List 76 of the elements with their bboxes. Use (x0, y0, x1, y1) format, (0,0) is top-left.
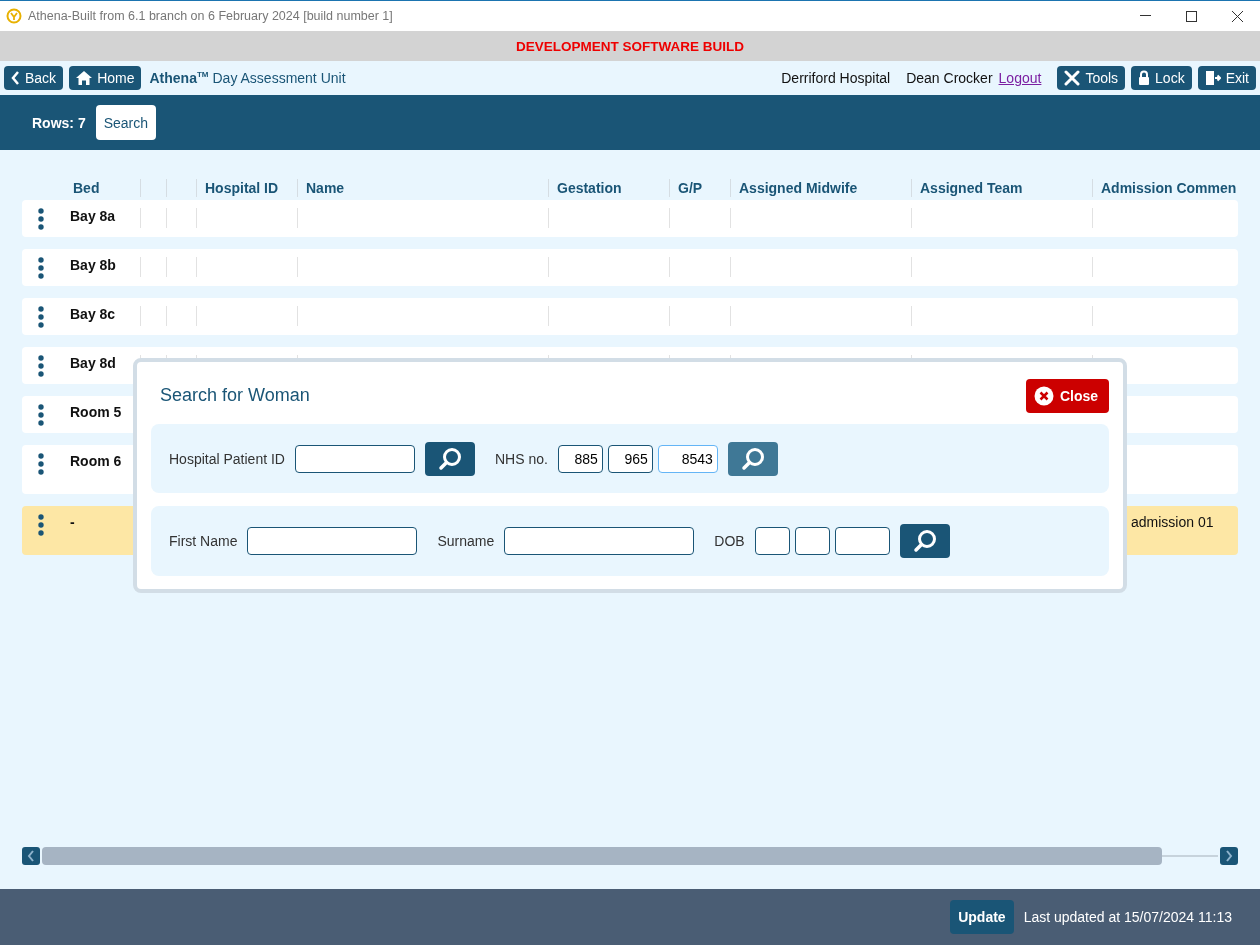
bed-name: Bay 8b (70, 257, 116, 273)
lock-button[interactable]: Lock (1131, 66, 1192, 90)
column-header: Gestation (548, 179, 669, 197)
column-header: Assigned Team (911, 179, 1092, 197)
admission-comment: admission 01 (1131, 514, 1214, 530)
first-name-field[interactable] (247, 527, 418, 556)
chevron-left-icon (11, 71, 20, 85)
chevron-left-icon (27, 850, 35, 862)
bed-name: Bay 8d (70, 355, 116, 371)
table-row[interactable]: Bay 8a (22, 200, 1238, 237)
more-options-icon[interactable] (38, 257, 44, 279)
hospital-name: Derriford Hospital (781, 70, 891, 86)
minimize-icon (1139, 15, 1151, 17)
bed-name: Room 6 (70, 453, 122, 469)
table-row[interactable]: Bay 8b (22, 249, 1238, 286)
surname-field[interactable] (504, 527, 695, 556)
home-icon (76, 71, 93, 85)
maximize-icon (1185, 10, 1197, 22)
dialog-title: Search for Woman (160, 385, 310, 407)
more-options-icon[interactable] (38, 306, 44, 328)
user-name: Dean Crocker (906, 70, 993, 86)
column-header: Admission Commen (1092, 179, 1238, 197)
field-label: DOB (714, 533, 745, 550)
column-header: Assigned Midwife (730, 179, 911, 197)
search-button[interactable]: Search (95, 105, 157, 140)
close-button[interactable]: Close (1025, 378, 1109, 413)
app-logo-icon (6, 8, 22, 24)
field-label: First Name (169, 533, 238, 550)
chevron-right-icon (1225, 850, 1233, 862)
nhs-number-field[interactable]: 8543 (657, 444, 718, 473)
search-icon (436, 445, 463, 472)
tools-button[interactable]: Tools (1057, 66, 1126, 90)
window-title: Athena-Built from 6.1 branch on 6 February 2024 [build number 1] (28, 9, 394, 23)
home-button[interactable]: Home (69, 66, 142, 90)
development-build-label: DEVELOPMENT SOFTWARE BUILD (516, 38, 744, 54)
back-button[interactable]: Back (4, 66, 64, 90)
bed-name: Bay 8a (70, 208, 116, 224)
logout-link[interactable]: Logout (998, 70, 1042, 86)
field-label: Surname (437, 533, 495, 550)
search-button[interactable] (727, 441, 778, 476)
scroll-right-button[interactable] (1220, 847, 1238, 865)
more-options-icon[interactable] (38, 355, 44, 377)
field-label: Hospital Patient ID (169, 450, 285, 467)
dob-month-field[interactable] (794, 527, 830, 556)
exit-icon (1204, 70, 1221, 86)
table-row[interactable]: Bay 8c (22, 298, 1238, 335)
column-header: Name (297, 179, 548, 197)
bed-name: - (70, 514, 75, 530)
more-options-icon[interactable] (38, 404, 44, 426)
bed-name: Bay 8c (70, 306, 116, 322)
search-button[interactable] (899, 524, 950, 559)
row-count: Rows: 7 (32, 114, 86, 131)
bed-name: Room 5 (70, 404, 122, 420)
column-header: Bed (72, 179, 101, 197)
close-icon (1033, 385, 1054, 406)
column-header: Hospital ID (196, 179, 297, 197)
update-button[interactable]: Update (950, 900, 1014, 934)
more-options-icon[interactable] (38, 453, 44, 475)
search-icon (739, 445, 766, 472)
column-header: G/P (669, 179, 730, 197)
close-icon (1231, 10, 1243, 22)
field-label: NHS no. (494, 450, 548, 467)
search-button[interactable] (424, 441, 475, 476)
search-icon (911, 528, 938, 555)
nhs-number-field[interactable]: 965 (607, 444, 653, 473)
lock-icon (1138, 70, 1151, 86)
dob-day-field[interactable] (754, 527, 790, 556)
more-options-icon[interactable] (38, 514, 44, 536)
more-options-icon[interactable] (38, 208, 44, 230)
exit-button[interactable]: Exit (1197, 66, 1256, 90)
last-updated-text: Last updated at 15/07/2024 11:13 (1023, 909, 1232, 925)
app-title: Athena$^{TM}$ Day Assessment Unit (149, 70, 346, 86)
scroll-left-button[interactable] (22, 847, 40, 865)
dob-year-field[interactable] (834, 527, 890, 556)
nhs-number-field[interactable]: 885 (557, 444, 603, 473)
hospital-id-field[interactable] (294, 444, 415, 473)
